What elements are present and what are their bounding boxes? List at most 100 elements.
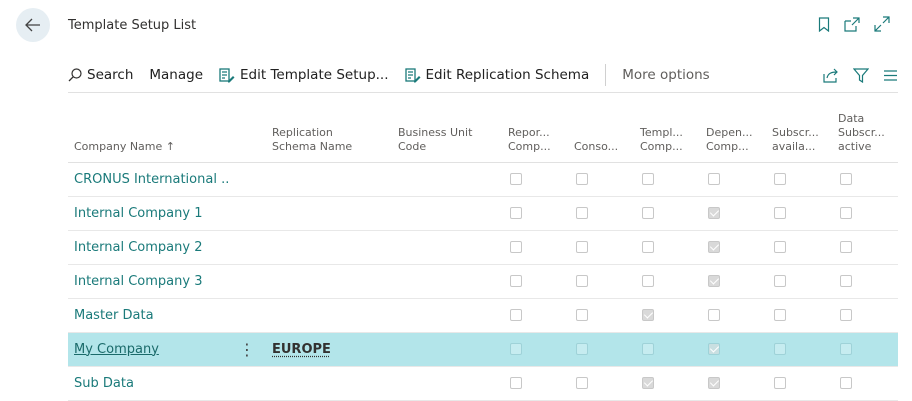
share-icon[interactable] (823, 68, 839, 83)
company-name-link[interactable]: My Company (68, 332, 228, 367)
subscription-available-checkbox[interactable] (774, 343, 786, 355)
company-name-link[interactable]: Master Data (68, 298, 228, 333)
consolidation-checkbox[interactable] (576, 377, 588, 389)
dependent-company-checkbox[interactable] (708, 343, 720, 355)
column-header-dependent-company[interactable]: Depen... Comp... (700, 100, 766, 163)
subscription-available-checkbox[interactable] (774, 275, 786, 287)
column-header-subscription-available[interactable]: Subscr... availa... (766, 100, 832, 163)
manage-menu[interactable]: Manage (149, 67, 203, 83)
data-subscription-active-checkbox[interactable] (840, 343, 852, 355)
table-row[interactable]: My Company ⋮ EUROPE (68, 332, 898, 367)
data-subscription-active-checkbox[interactable] (840, 173, 852, 185)
list-view-icon[interactable] (883, 69, 898, 82)
reporting-company-checkbox[interactable] (510, 343, 522, 355)
consolidation-checkbox[interactable] (576, 309, 588, 321)
business-unit-cell[interactable] (392, 264, 502, 299)
reporting-company-checkbox[interactable] (510, 309, 522, 321)
business-unit-cell[interactable] (392, 298, 502, 333)
template-company-checkbox[interactable] (642, 309, 654, 321)
business-unit-cell[interactable] (392, 196, 502, 231)
data-subscription-active-checkbox[interactable] (840, 377, 852, 389)
subscription-available-checkbox[interactable] (774, 241, 786, 253)
subscription-available-checkbox[interactable] (774, 377, 786, 389)
row-menu-button[interactable] (228, 366, 266, 401)
back-button[interactable] (16, 8, 50, 42)
replication-schema-cell[interactable] (266, 230, 392, 265)
row-menu-button[interactable] (228, 298, 266, 333)
business-unit-cell[interactable] (392, 366, 502, 401)
row-menu-button[interactable] (228, 264, 266, 299)
dependent-company-checkbox[interactable] (708, 241, 720, 253)
expand-icon[interactable] (874, 16, 890, 32)
row-menu-button[interactable] (228, 162, 266, 197)
column-header-company-name[interactable]: Company Name ↑ (68, 100, 228, 163)
consolidation-checkbox[interactable] (576, 173, 588, 185)
template-company-checkbox[interactable] (642, 241, 654, 253)
filter-icon[interactable] (853, 67, 869, 83)
reporting-company-checkbox[interactable] (510, 275, 522, 287)
table-row[interactable]: CRONUS International ... (68, 162, 898, 197)
replication-schema-cell[interactable] (266, 162, 392, 197)
company-name-link[interactable]: Sub Data (68, 366, 228, 401)
table-row[interactable]: Internal Company 3 (68, 264, 898, 299)
row-menu-button[interactable] (228, 230, 266, 265)
row-menu-button[interactable] (228, 196, 266, 231)
replication-schema-cell[interactable] (266, 264, 392, 299)
replication-schema-cell[interactable] (266, 298, 392, 333)
reporting-company-checkbox[interactable] (510, 173, 522, 185)
dependent-company-checkbox[interactable] (708, 173, 720, 185)
dependent-company-checkbox[interactable] (708, 309, 720, 321)
consolidation-checkbox[interactable] (576, 207, 588, 219)
reporting-company-checkbox[interactable] (510, 207, 522, 219)
consolidation-checkbox[interactable] (576, 343, 588, 355)
dependent-company-checkbox[interactable] (708, 207, 720, 219)
data-subscription-active-checkbox[interactable] (840, 207, 852, 219)
subscription-available-checkbox[interactable] (774, 309, 786, 321)
checkbox-cell (766, 264, 832, 299)
reporting-company-checkbox[interactable] (510, 241, 522, 253)
dependent-company-checkbox[interactable] (708, 377, 720, 389)
company-name-link[interactable]: Internal Company 3 (68, 264, 228, 299)
column-header-reporting-company[interactable]: Repor... Comp... (502, 100, 568, 163)
search-button[interactable]: Search (68, 67, 133, 83)
reporting-company-checkbox[interactable] (510, 377, 522, 389)
bookmark-icon[interactable] (818, 16, 830, 32)
data-subscription-active-checkbox[interactable] (840, 241, 852, 253)
checkbox-cell (568, 366, 634, 401)
column-header-template-company[interactable]: Templ... Comp... (634, 100, 700, 163)
column-header-data-subscription-active[interactable]: Data Subscr... active (832, 100, 898, 163)
template-company-checkbox[interactable] (642, 275, 654, 287)
column-header-replication-schema[interactable]: Replication Schema Name (266, 100, 392, 163)
edit-template-setup-button[interactable]: Edit Template Setup... (219, 67, 389, 83)
consolidation-checkbox[interactable] (576, 241, 588, 253)
company-name-link[interactable]: Internal Company 2 (68, 230, 228, 265)
template-company-checkbox[interactable] (642, 343, 654, 355)
business-unit-cell[interactable] (392, 230, 502, 265)
data-subscription-active-checkbox[interactable] (840, 309, 852, 321)
open-new-window-icon[interactable] (844, 16, 860, 32)
template-company-checkbox[interactable] (642, 173, 654, 185)
subscription-available-checkbox[interactable] (774, 207, 786, 219)
company-name-link[interactable]: CRONUS International ... (68, 162, 228, 197)
business-unit-cell[interactable] (392, 332, 502, 367)
table-row[interactable]: Master Data (68, 298, 898, 333)
column-header-consolidation[interactable]: Conso... (568, 100, 634, 163)
column-header-business-unit[interactable]: Business Unit Code (392, 100, 502, 163)
table-row[interactable]: Sub Data (68, 366, 898, 401)
dependent-company-checkbox[interactable] (708, 275, 720, 287)
replication-schema-cell[interactable] (266, 196, 392, 231)
table-row[interactable]: Internal Company 2 (68, 230, 898, 265)
table-row[interactable]: Internal Company 1 (68, 196, 898, 231)
subscription-available-checkbox[interactable] (774, 173, 786, 185)
row-menu-button[interactable]: ⋮ (228, 332, 266, 367)
company-name-link[interactable]: Internal Company 1 (68, 196, 228, 231)
template-company-checkbox[interactable] (642, 207, 654, 219)
replication-schema-cell[interactable]: EUROPE (266, 332, 392, 367)
more-options-button[interactable]: More options (622, 67, 709, 83)
edit-replication-schema-button[interactable]: Edit Replication Schema (404, 67, 589, 83)
replication-schema-cell[interactable] (266, 366, 392, 401)
consolidation-checkbox[interactable] (576, 275, 588, 287)
template-company-checkbox[interactable] (642, 377, 654, 389)
data-subscription-active-checkbox[interactable] (840, 275, 852, 287)
business-unit-cell[interactable] (392, 162, 502, 197)
